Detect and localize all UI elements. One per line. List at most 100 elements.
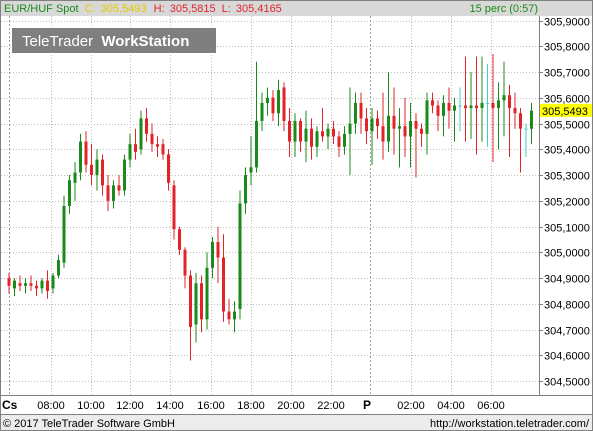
candle-body	[249, 167, 253, 173]
candle-body	[436, 105, 440, 116]
candle-body	[348, 123, 352, 134]
candle-body	[95, 159, 99, 176]
candle-body	[90, 164, 93, 176]
candle-body	[24, 283, 27, 286]
candle-body	[40, 280, 44, 289]
y-tick-label: 304,9000	[544, 274, 590, 286]
candle-body	[233, 311, 236, 320]
y-tick-label: 304,8000	[544, 300, 590, 312]
candle-body	[447, 102, 451, 111]
candle-body	[18, 283, 22, 286]
candle-body	[244, 175, 247, 204]
x-tick-label: 08:00	[37, 400, 65, 412]
candle-body	[403, 126, 407, 137]
candle-body	[68, 180, 71, 206]
candle-body	[194, 283, 198, 325]
candle-body	[502, 95, 506, 101]
watermark-brand-bold: WorkStation	[101, 33, 189, 50]
candle-body	[145, 118, 148, 134]
candle-body	[409, 120, 412, 137]
candle-body	[51, 275, 55, 289]
y-tick-label: 305,1000	[544, 223, 590, 235]
candle-body	[128, 144, 132, 160]
candle-body	[530, 110, 533, 129]
symbol-name: EUR/HUF Spot	[4, 3, 79, 15]
x-tick-label: 18:00	[237, 400, 265, 412]
candle-body	[376, 118, 379, 127]
close-value: 305,5493	[101, 3, 147, 15]
candle-body	[392, 115, 396, 129]
candle-body	[189, 275, 192, 328]
x-tick-label: 04:00	[437, 400, 465, 412]
candle	[62, 195, 66, 268]
candle-body	[46, 280, 49, 291]
candle-body	[524, 128, 528, 130]
candle-body	[370, 118, 374, 132]
chart-window: EUR/HUF Spot C: 305,5493 H: 305,5815 L: …	[0, 0, 593, 431]
candle-body	[238, 203, 242, 310]
candle-body	[205, 267, 209, 320]
high-label: H:	[154, 3, 165, 15]
candle-body	[359, 102, 363, 119]
interval-label: 15 perc (0:57)	[470, 3, 538, 15]
candle-body	[211, 242, 214, 268]
candle-body	[260, 102, 264, 121]
candle-body	[161, 144, 165, 155]
low-label: L:	[222, 3, 231, 15]
candle-body	[326, 128, 330, 137]
candle-body	[508, 95, 511, 109]
candle-body	[332, 128, 335, 137]
candle-body	[464, 105, 467, 109]
candle-body	[420, 128, 423, 134]
y-tick-label: 305,4000	[544, 145, 590, 157]
low-value: 305,4165	[236, 3, 282, 15]
candle-body	[178, 229, 181, 250]
candle-body	[84, 141, 88, 165]
candle-body	[29, 283, 33, 286]
y-tick-label: 305,3000	[544, 171, 590, 183]
candle-body	[425, 100, 429, 134]
candle-body	[453, 105, 456, 111]
candle-body	[310, 128, 313, 147]
candle-body	[172, 185, 176, 230]
x-tick-label: 12:00	[116, 400, 144, 412]
candle-body	[227, 311, 231, 320]
candle-body	[343, 133, 346, 147]
candle-body	[431, 100, 434, 106]
candle-body	[513, 108, 517, 114]
candle-body	[183, 249, 187, 276]
plot-area[interactable]: TeleTrader WorkStation	[1, 16, 539, 395]
candle-body	[277, 90, 280, 114]
x-tick-label: 02:00	[397, 400, 425, 412]
candle-body	[299, 120, 302, 142]
y-tick-label: 305,6000	[544, 94, 590, 106]
candle-body	[73, 172, 77, 183]
candle-body	[304, 128, 308, 142]
candle-body	[365, 118, 368, 132]
footer-url-link[interactable]: http://workstation.teletrader.com/	[430, 418, 590, 430]
time-axis[interactable]: Cs 08:00 10:00 12:00 14:00 16:00 18:00 20:00 22:…	[1, 395, 592, 415]
candle-body	[117, 185, 121, 191]
candle-body	[112, 185, 115, 201]
last-price-marker: 305,5493	[540, 103, 592, 118]
header-legend: EUR/HUF Spot C: 305,5493 H: 305,5815 L: …	[4, 3, 282, 15]
x-tick-label: 22:00	[317, 400, 345, 412]
candle-body	[293, 120, 297, 142]
y-tick-label: 305,0000	[544, 248, 590, 260]
candle	[123, 154, 126, 196]
y-tick-label: 305,8000	[544, 42, 590, 54]
candle-body	[288, 120, 291, 142]
x-tick-label: 16:00	[197, 400, 225, 412]
y-tick-label: 304,6000	[544, 351, 590, 363]
x-tick-label: 06:00	[477, 400, 505, 412]
y-tick-label: 305,7000	[544, 68, 590, 80]
candle-body	[315, 131, 319, 147]
candle-body	[150, 133, 154, 145]
candle-body	[216, 242, 220, 258]
candle-body	[79, 141, 82, 173]
y-tick-label: 305,5000	[544, 120, 590, 132]
candle-body	[101, 159, 104, 186]
x-tick-label: 20:00	[277, 400, 305, 412]
candle-body	[398, 126, 401, 129]
candle-body	[7, 278, 11, 286]
